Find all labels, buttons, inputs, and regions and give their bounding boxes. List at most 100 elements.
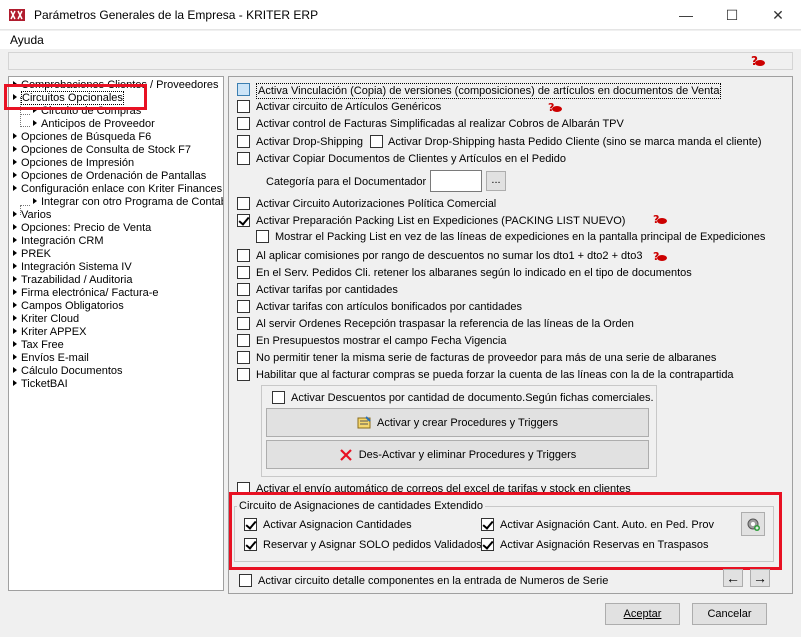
expand-arrow-icon[interactable] — [13, 367, 17, 373]
maximize-button[interactable]: ☐ — [709, 0, 755, 30]
expand-arrow-icon[interactable] — [13, 211, 17, 217]
minimize-button[interactable]: — — [663, 0, 709, 30]
expand-arrow-icon[interactable] — [13, 224, 17, 230]
tree-item-integrar-contabilidad[interactable]: Integrar con otro Programa de Contabi — [33, 196, 223, 209]
tree-item-ordenacion-pantallas[interactable]: Opciones de Ordenación de Pantallas — [13, 170, 206, 183]
option-label: Habilitar que al facturar compras se pue… — [256, 369, 734, 381]
help-icon[interactable]: ? — [652, 213, 668, 225]
aceptar-button[interactable]: Aceptar — [605, 603, 680, 625]
help-icon[interactable]: ? — [750, 54, 766, 68]
option-label: Activar Preparación Packing List en Expe… — [256, 215, 626, 227]
tree-item-impresion[interactable]: Opciones de Impresión — [13, 157, 134, 170]
option-checkbox[interactable] — [237, 266, 250, 279]
wizard-icon — [357, 415, 371, 428]
arrow-left-icon: ← — [726, 570, 740, 586]
option-checkbox[interactable] — [237, 317, 250, 330]
tree-item-consulta-stock-f7[interactable]: Opciones de Consulta de Stock F7 — [13, 144, 191, 157]
option-label: Activar Circuito Autorizaciones Política… — [256, 198, 497, 210]
option-label: En Presupuestos mostrar el campo Fecha V… — [256, 335, 507, 347]
activar-procedures-button[interactable]: Activar y crear Procedures y Triggers — [266, 408, 649, 437]
tree-item-campos-obligatorios[interactable]: Campos Obligatorios — [13, 300, 124, 313]
option-label: Mostrar el Packing List en vez de las lí… — [275, 231, 766, 243]
option-checkbox[interactable] — [237, 368, 250, 381]
expand-arrow-icon[interactable] — [13, 328, 17, 334]
option-checkbox[interactable] — [237, 283, 250, 296]
cancelar-button[interactable]: Cancelar — [692, 603, 767, 625]
tree-item-tax-free[interactable]: Tax Free — [13, 339, 64, 352]
tree-item-anticipos-proveedor[interactable]: Anticipos de Proveedor — [33, 118, 155, 131]
option-checkbox[interactable] — [237, 351, 250, 364]
tree-connector — [20, 126, 30, 127]
tree-item-busqueda-f6[interactable]: Opciones de Búsqueda F6 — [13, 131, 151, 144]
expand-arrow-icon[interactable] — [13, 237, 17, 243]
expand-arrow-icon[interactable] — [13, 302, 17, 308]
option-label: Activar Copiar Documentos de Clientes y … — [256, 153, 566, 165]
option-checkbox[interactable] — [370, 135, 383, 148]
option-checkbox[interactable] — [237, 135, 250, 148]
categoria-input[interactable] — [430, 170, 482, 192]
tree-item-sistema-iv[interactable]: Integración Sistema IV — [13, 261, 132, 274]
tree-item-trazabilidad[interactable]: Trazabilidad / Auditoria — [13, 274, 133, 287]
tree-item-prek[interactable]: PREK — [13, 248, 51, 261]
option-checkbox[interactable] — [237, 214, 250, 227]
expand-arrow-icon[interactable] — [13, 380, 17, 386]
option-checkbox[interactable] — [239, 574, 252, 587]
expand-arrow-icon[interactable] — [13, 185, 17, 191]
categoria-browse-button[interactable]: ... — [486, 171, 506, 191]
tree-item-kriter-appex[interactable]: Kriter APPEX — [13, 326, 86, 339]
option-label: Activar tarifas con artículos bonificado… — [256, 301, 522, 313]
desactivar-procedures-button[interactable]: Des-Activar y eliminar Procedures y Trig… — [266, 440, 649, 469]
activar-procedures-label: Activar y crear Procedures y Triggers — [377, 416, 558, 429]
expand-arrow-icon[interactable] — [33, 120, 37, 126]
option-checkbox[interactable] — [256, 230, 269, 243]
option-label: Activar control de Facturas Simplificada… — [256, 118, 624, 130]
tree-item-varios[interactable]: Varios — [13, 209, 51, 222]
window-title: Parámetros Generales de la Empresa - KRI… — [34, 8, 319, 22]
option-checkbox[interactable] — [237, 152, 250, 165]
option-checkbox[interactable] — [237, 197, 250, 210]
expand-arrow-icon[interactable] — [13, 172, 17, 178]
expand-arrow-icon[interactable] — [13, 289, 17, 295]
arrow-right-icon: → — [753, 570, 767, 586]
tree-item-calculo-documentos[interactable]: Cálculo Documentos — [13, 365, 123, 378]
expand-arrow-icon[interactable] — [13, 315, 17, 321]
tree-item-integracion-crm[interactable]: Integración CRM — [13, 235, 104, 248]
expand-arrow-icon[interactable] — [33, 198, 37, 204]
expand-arrow-icon[interactable] — [13, 276, 17, 282]
expand-arrow-icon[interactable] — [13, 250, 17, 256]
previous-button[interactable]: ← — [723, 569, 743, 587]
option-label: No permitir tener la misma serie de fact… — [256, 352, 717, 364]
option-checkbox[interactable] — [237, 334, 250, 347]
expand-arrow-icon[interactable] — [13, 354, 17, 360]
tree-item-precio-venta[interactable]: Opciones: Precio de Venta — [13, 222, 151, 235]
tree-item-envios-email[interactable]: Envíos E-mail — [13, 352, 89, 365]
tree-item-ticketbai[interactable]: TicketBAI — [13, 378, 68, 391]
tree-item-kriter-finances[interactable]: Configuración enlace con Kriter Finances — [13, 183, 222, 196]
option-checkbox[interactable] — [237, 100, 250, 113]
title-bar: Parámetros Generales de la Empresa - KRI… — [0, 0, 801, 30]
next-button[interactable]: → — [750, 569, 770, 587]
annotation-highlight-group — [229, 492, 782, 570]
delete-x-icon — [339, 448, 352, 461]
expand-arrow-icon[interactable] — [13, 341, 17, 347]
option-checkbox[interactable] — [237, 249, 250, 262]
option-label: Activar tarifas por cantidades — [256, 284, 398, 296]
expand-arrow-icon[interactable] — [13, 146, 17, 152]
option-checkbox[interactable] — [237, 300, 250, 313]
expand-arrow-icon[interactable] — [13, 263, 17, 269]
option-label: Activar circuito detalle componentes en … — [258, 575, 609, 587]
help-icon[interactable]: ? — [547, 101, 563, 113]
option-checkbox[interactable] — [237, 117, 250, 130]
tree-item-kriter-cloud[interactable]: Kriter Cloud — [13, 313, 79, 326]
annotation-highlight-tree — [4, 84, 147, 110]
option-checkbox[interactable] — [237, 83, 250, 96]
menu-ayuda[interactable]: Ayuda — [10, 33, 44, 47]
expand-arrow-icon[interactable] — [13, 159, 17, 165]
expand-arrow-icon[interactable] — [13, 133, 17, 139]
option-checkbox[interactable] — [272, 391, 285, 404]
tree-connector — [20, 114, 30, 115]
help-icon[interactable]: ? — [652, 250, 668, 262]
options-tree[interactable]: Comprobaciones Clientes / Proveedores Ci… — [8, 76, 224, 591]
tree-item-firma-electronica[interactable]: Firma electrónica/ Factura-e — [13, 287, 159, 300]
close-button[interactable]: ✕ — [755, 0, 801, 30]
